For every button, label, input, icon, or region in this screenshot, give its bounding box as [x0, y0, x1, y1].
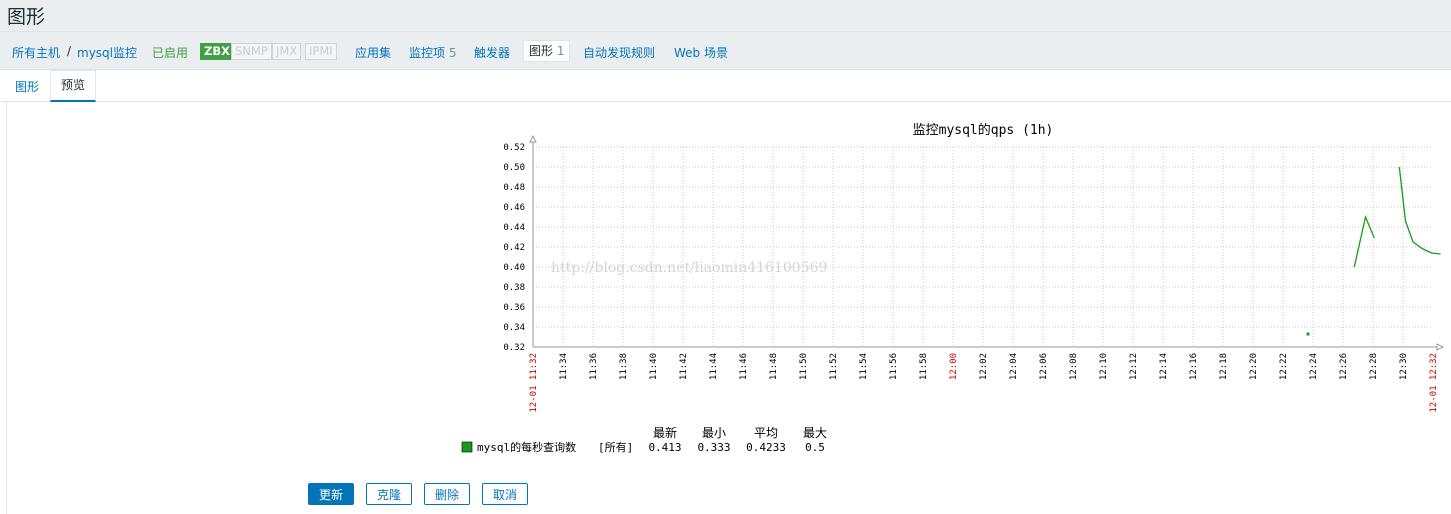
legend-scope: [所有] — [598, 440, 633, 454]
y-tick-label: 0.46 — [503, 203, 525, 213]
tab-graph[interactable]: 图形 — [15, 78, 39, 95]
clone-button[interactable]: 克隆 — [366, 483, 413, 505]
items-link[interactable]: 监控项 5 — [409, 44, 456, 61]
series-point — [1306, 332, 1310, 336]
x-tick-label: 11:40 — [649, 353, 659, 380]
y-tick-label: 0.42 — [503, 243, 525, 253]
x-tick-label: 11:38 — [619, 353, 629, 380]
all-hosts-link[interactable]: 所有主机 — [12, 44, 60, 61]
x-tick-label: 12:28 — [1369, 353, 1379, 380]
x-tick-label: 12:08 — [1069, 353, 1079, 380]
page-title: 图形 — [7, 6, 46, 28]
items-link-label: 监控项 — [409, 46, 446, 60]
graph-preview: 监控mysql的qps (1h) 0.52 0.50 0.48 0.46 0.44 0.42… — [461, 122, 1445, 454]
legend-value: 0.5 — [805, 441, 825, 454]
y-tick-label: 0.40 — [503, 263, 525, 273]
y-tick-label: 0.38 — [503, 283, 525, 293]
ipmi-availability-badge: IPMI — [305, 43, 337, 60]
y-tick-label: 0.32 — [503, 343, 525, 353]
legend-header: 平均 — [754, 426, 778, 440]
series-line — [1398, 166, 1441, 255]
update-button[interactable]: 更新 — [308, 483, 355, 505]
legend-value: 0.4233 — [746, 441, 786, 454]
zbx-availability-badge: ZBX — [200, 43, 234, 60]
legend-header: 最新 — [653, 425, 677, 440]
chart-title: 监控mysql的qps (1h) — [913, 122, 1054, 138]
snmp-availability-badge: SNMP — [231, 43, 272, 60]
host-status[interactable]: 已启用 — [152, 44, 188, 61]
x-tick-label: 11:56 — [889, 353, 899, 380]
x-tick-label: 11:44 — [709, 353, 719, 380]
delete-button[interactable]: 删除 — [424, 483, 471, 505]
x-tick-label: 11:36 — [589, 353, 599, 380]
form-tabs: 图形 预览 — [0, 70, 1451, 102]
x-tick-label: 12:20 — [1249, 353, 1259, 380]
y-tick-label: 0.34 — [503, 323, 525, 333]
graphs-label: 图形 — [529, 44, 554, 58]
x-tick-label: 12:14 — [1159, 353, 1169, 380]
triggers-link[interactable]: 触发器 — [474, 44, 510, 61]
y-tick-label: 0.52 — [503, 143, 525, 153]
items-count: 5 — [448, 46, 457, 60]
x-tick-label: 12:10 — [1099, 353, 1109, 380]
x-end-label: 12-01 12:32 — [1429, 353, 1439, 413]
x-tick-label: 12:12 — [1129, 353, 1139, 380]
host-link[interactable]: mysql监控 — [77, 44, 137, 61]
y-tick-label: 0.50 — [503, 163, 525, 173]
y-axis-arrow — [529, 134, 537, 143]
cancel-button[interactable]: 取消 — [482, 483, 529, 505]
watermark-text: http://blog.csdn.net/liaomin416100569 — [551, 260, 827, 276]
x-axis-arrow — [1436, 343, 1445, 351]
host-navigation: 所有主机 / mysql监控 已启用 ZBX SNMP JMX IPMI 应用集… — [0, 32, 1451, 70]
applications-link[interactable]: 应用集 — [355, 44, 391, 61]
x-tick-label: 12:16 — [1189, 353, 1199, 380]
x-tick-label: 11:54 — [859, 353, 869, 380]
y-tick-label: 0.48 — [503, 183, 525, 193]
x-tick-label: 12:06 — [1039, 353, 1049, 380]
x-tick-label: 12:30 — [1399, 353, 1409, 380]
x-tick-label: 12:26 — [1339, 353, 1349, 380]
x-tick-label: 11:34 — [559, 353, 569, 380]
jmx-availability-badge: JMX — [272, 43, 302, 60]
x-tick-label: 12:04 — [1009, 353, 1019, 380]
x-tick-label: 12:02 — [979, 353, 989, 380]
y-tick-label: 0.36 — [503, 303, 525, 313]
x-start-label: 12-01 11:32 — [529, 353, 539, 413]
legend-header: 最大 — [803, 426, 827, 440]
legend-value: 0.333 — [697, 441, 730, 454]
x-tick-label: 12:24 — [1309, 353, 1319, 380]
legend-color-swatch — [461, 441, 473, 453]
graphs-tab-active[interactable]: 图形 1 — [523, 40, 571, 62]
web-scenarios-link[interactable]: Web 场景 — [674, 44, 728, 61]
legend-value: 0.413 — [648, 441, 681, 454]
legend-series-name: mysql的每秒查询数 — [477, 440, 576, 454]
x-tick-label: 12:22 — [1279, 353, 1289, 380]
series-line — [1353, 214, 1375, 268]
x-tick-label: 11:52 — [829, 353, 839, 380]
x-tick-label: 12:18 — [1219, 353, 1229, 380]
legend-header: 最小 — [702, 426, 726, 440]
x-tick-label: 11:46 — [739, 353, 749, 380]
x-tick-label: 12:00 — [949, 353, 959, 380]
graphs-count: 1 — [556, 44, 565, 58]
x-tick-label: 11:50 — [799, 353, 809, 380]
x-tick-label: 11:42 — [679, 353, 689, 380]
x-tick-label: 11:58 — [919, 353, 929, 380]
breadcrumb-separator: / — [67, 44, 72, 58]
title-bar: 图形 — [0, 0, 1451, 32]
x-tick-label: 11:48 — [769, 353, 779, 380]
discovery-rules-link[interactable]: 自动发现规则 — [583, 44, 655, 61]
tab-preview[interactable]: 预览 — [50, 70, 96, 102]
y-tick-label: 0.44 — [503, 223, 525, 233]
